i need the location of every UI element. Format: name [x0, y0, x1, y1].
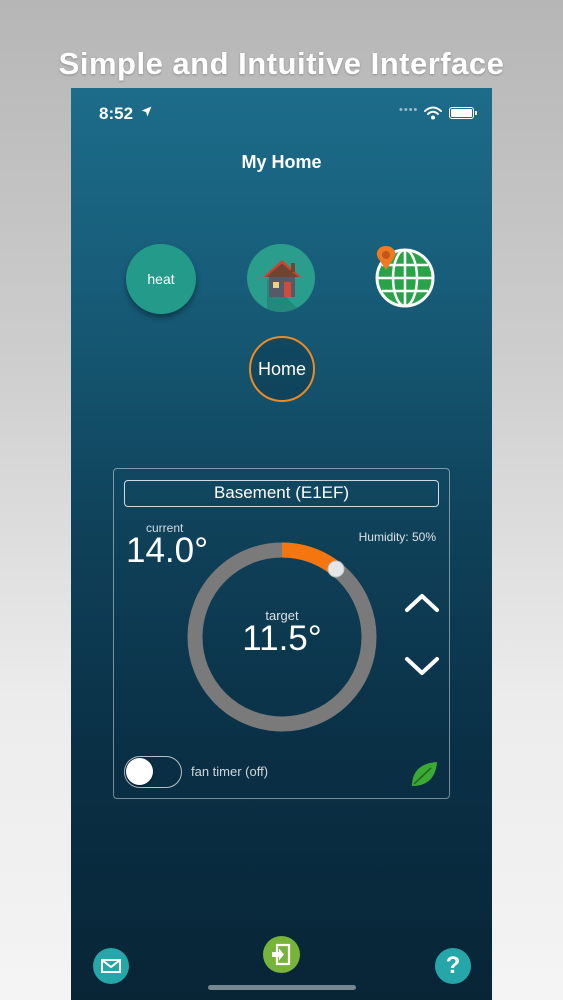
chevron-up-icon	[405, 594, 439, 612]
globe-location-icon	[375, 246, 435, 308]
thermostat-card: Basement (E1EF) current 14.0° Humidity: …	[113, 468, 450, 799]
exit-icon	[272, 943, 291, 966]
fan-timer-toggle[interactable]	[124, 756, 182, 788]
location-arrow-icon	[141, 105, 152, 120]
fan-timer-label: fan timer (off)	[191, 764, 269, 779]
wifi-icon	[424, 106, 442, 125]
messages-button[interactable]	[93, 948, 129, 984]
chevron-down-icon	[405, 657, 439, 675]
home-indicator[interactable]	[208, 985, 356, 990]
battery-icon	[449, 107, 477, 119]
help-button[interactable]: ?	[435, 948, 471, 984]
heat-mode-label: heat	[147, 271, 175, 287]
mail-icon	[101, 959, 121, 973]
home-scene-button[interactable]: Home	[249, 336, 315, 402]
dial-progress-arc	[281, 542, 338, 573]
house-icon	[263, 260, 309, 312]
page-title: My Home	[241, 152, 322, 172]
status-bar: 8:52 ••••	[71, 88, 492, 140]
house-button[interactable]	[247, 244, 315, 312]
promo-headline: Simple and Intuitive Interface	[58, 46, 505, 81]
target-temp-value: 11.5°	[242, 619, 322, 658]
help-icon: ?	[445, 952, 461, 979]
away-location-button[interactable]	[373, 246, 437, 310]
home-scene-label: Home	[257, 358, 306, 379]
status-time: 8:52	[99, 104, 134, 123]
app-screen: 8:52 •••• My Home heat Home Basement (E1…	[71, 88, 492, 1000]
dial-handle[interactable]	[327, 560, 345, 578]
decrease-temp-button[interactable]	[404, 651, 440, 681]
heat-mode-button[interactable]: heat	[126, 244, 196, 314]
leaf-icon	[412, 762, 437, 786]
fan-timer-toggle-knob	[126, 758, 153, 785]
signal-dots-icon: ••••	[399, 104, 419, 116]
increase-temp-button[interactable]	[404, 588, 440, 618]
zone-name-field[interactable]: Basement (E1EF)	[124, 480, 439, 507]
logout-button[interactable]	[263, 936, 300, 973]
